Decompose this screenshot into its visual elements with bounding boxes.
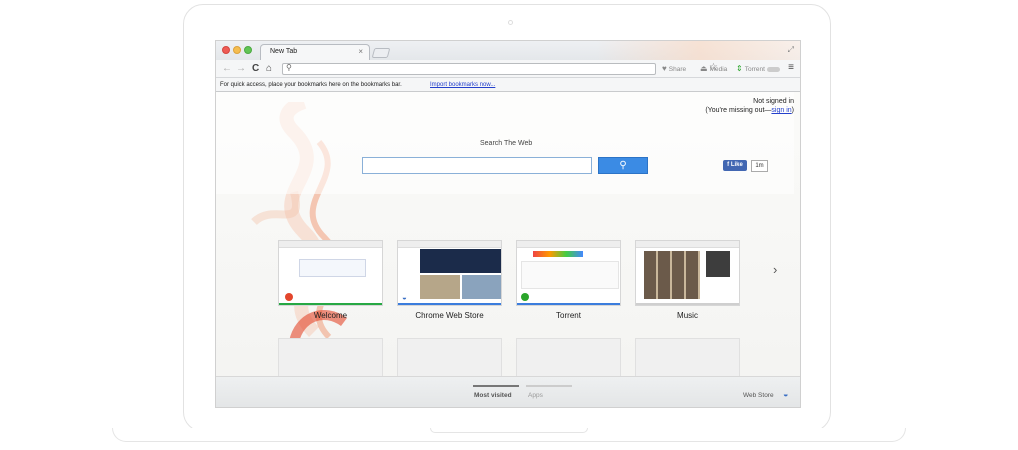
signin-status: Not signed in (You're missing out—sign i… [705,97,794,115]
thumbnail-header [398,241,501,248]
share-extension-button[interactable]: ♥ Share [662,64,686,73]
media-extension-button[interactable]: ⏏ Media [700,64,727,73]
thumbnail-image [462,275,501,299]
apps-tab[interactable]: Apps [528,392,543,399]
tab-close-icon[interactable]: × [358,47,363,56]
search-button[interactable]: ⚲ [598,157,648,174]
minimize-window-button[interactable] [233,46,241,54]
tile-label: Music [677,311,698,320]
thumbnail-content [299,259,366,277]
thumbnail-image [420,275,460,299]
web-store-icon: ◒ [402,293,407,302]
empty-tile [516,338,621,378]
tile-bar [398,303,501,305]
camera-dot [508,20,513,25]
tabstrip-art [596,41,800,60]
most-visited-tab[interactable]: Most visited [474,392,512,399]
address-bar[interactable]: ⚲ ☆ [282,62,718,75]
tile-label: Welcome [313,311,348,320]
bottom-bar: Most visited Apps Web Store ◒ [216,376,800,407]
share-label: Share [668,66,687,73]
media-label: Media [709,66,728,73]
forward-button[interactable]: → [236,63,246,75]
tile-torrent[interactable] [516,240,621,306]
signin-line1: Not signed in [753,98,794,105]
bookmarks-bar: For quick access, place your bookmarks h… [216,78,800,92]
empty-tile [635,338,740,378]
tile-bar [636,303,739,305]
facebook-like-button[interactable]: f Like [723,160,747,171]
back-button[interactable]: ← [222,63,232,75]
tile-chrome-web-store[interactable]: ◒ [397,240,502,306]
browser-window: New Tab × ⤢ ← → C ⌂ ⚲ ☆ ♥ Share ⏏ Media ⇕ T… [215,40,801,408]
thumbnail-header [636,241,739,248]
search-input[interactable] [362,157,592,174]
tile-label: Chrome Web Store [415,311,484,320]
search-icon: ⚲ [286,63,292,72]
web-store-icon[interactable]: ◒ [783,389,788,399]
search-title: Search The Web [480,140,533,147]
new-tab-button[interactable] [371,48,391,58]
torrent-label: Torrent [744,66,765,73]
thumbnail-header [517,241,620,248]
torrent-toggle[interactable] [766,66,780,72]
empty-tile [397,338,502,378]
reload-button[interactable]: C [252,63,259,75]
tab-new-tab[interactable]: New Tab × [260,44,370,60]
media-icon: ⏏ [700,64,708,73]
laptop-notch [430,428,588,433]
close-window-button[interactable] [222,46,230,54]
empty-tile [278,338,383,378]
thumbnail-toolbar [533,251,583,257]
restore-icon[interactable]: ⤢ [788,45,794,55]
tab-strip: New Tab × ⤢ [216,41,800,60]
web-store-link[interactable]: Web Store [743,392,774,399]
tile-welcome[interactable] [278,240,383,306]
import-bookmarks-link[interactable]: Import bookmarks now... [430,82,495,88]
signin-prefix: (You're missing out— [705,107,772,114]
tile-bar [279,303,382,305]
next-page-chevron-icon[interactable]: › [773,262,777,277]
like-label: Like [730,162,743,168]
thumbnail-banner [420,249,501,273]
like-count: 1m [751,160,768,172]
torrent-icon [521,293,529,301]
tile-label: Torrent [556,311,581,320]
most-visited-indicator [473,385,519,387]
search-icon: ⚲ [619,160,627,171]
opera-logo-icon [285,293,293,301]
thumbnail-albums [644,251,700,299]
tile-music[interactable] [635,240,740,306]
zoom-window-button[interactable] [244,46,252,54]
bookmarks-message: For quick access, place your bookmarks h… [220,82,402,88]
tile-bar [517,303,620,305]
toolbar: ← → C ⌂ ⚲ ☆ ♥ Share ⏏ Media ⇕ Torrent ≡ [216,60,800,78]
new-tab-page: Not signed in (You're missing out—sign i… [216,92,800,407]
thumbnail-album-art [706,251,730,277]
thumbnail-content [521,261,619,289]
signin-line2: (You're missing out—sign in) [705,106,794,115]
torrent-icon: ⇕ [736,64,743,73]
thumbnail-header [279,241,382,248]
sign-in-link[interactable]: sign in [771,107,791,114]
home-button[interactable]: ⌂ [266,63,272,75]
menu-icon[interactable]: ≡ [788,62,794,73]
signin-suffix: ) [791,107,794,114]
heart-icon: ♥ [662,64,667,73]
apps-indicator [526,385,572,387]
tab-title: New Tab [270,48,298,55]
torrent-extension-button[interactable]: ⇕ Torrent [736,64,780,73]
